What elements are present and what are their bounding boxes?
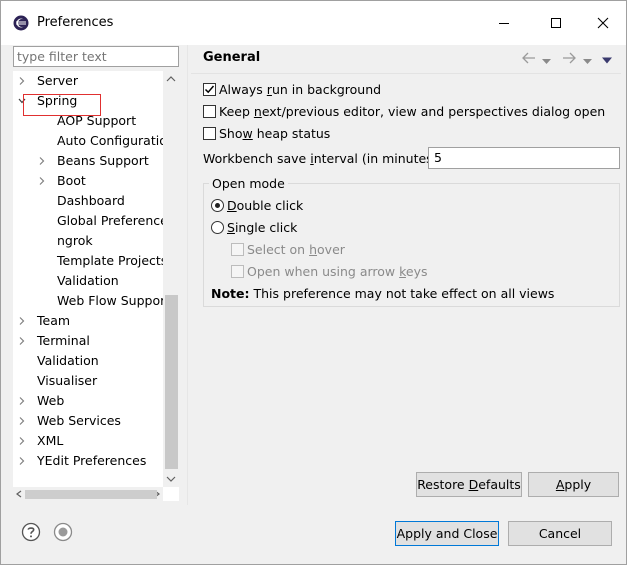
tree-item-label: Visualiser <box>37 373 98 388</box>
single-click-radio[interactable] <box>211 221 224 234</box>
tree-item[interactable]: YEdit Preferences <box>13 451 173 471</box>
tree-item-label: Team <box>37 313 71 328</box>
double-click-label: Double click <box>227 198 304 213</box>
tree-item-label: Validation <box>37 353 99 368</box>
tree-item-label: Web Flow Support <box>57 293 171 308</box>
chevron-right-icon[interactable] <box>17 336 27 346</box>
always-run-label: Always run in background <box>219 82 382 97</box>
window-title: Preferences <box>37 15 114 30</box>
tree-item[interactable]: ngrok <box>13 231 173 251</box>
tree-vertical-scroll-thumb[interactable] <box>165 295 178 469</box>
tree-item-label: Server <box>37 73 78 88</box>
tree-item[interactable]: Validation <box>13 351 173 371</box>
tree-item[interactable]: Server <box>13 71 173 91</box>
import-export-icon[interactable] <box>53 522 73 542</box>
forward-arrow-icon[interactable] <box>561 50 577 66</box>
tree-item-label: Template Projects <box>57 253 168 268</box>
tree-item[interactable]: Auto Configuration <box>13 131 175 151</box>
chevron-right-icon[interactable] <box>37 156 47 166</box>
always-run-checkbox[interactable] <box>203 83 216 96</box>
tree-item-label: Validation <box>57 273 119 288</box>
chevron-right-icon[interactable] <box>17 436 27 446</box>
tree-item-label: Boot <box>57 173 86 188</box>
tree-item-label: XML <box>37 433 64 448</box>
tree-item-label: Auto Configuration <box>57 133 175 148</box>
cancel-button[interactable]: Cancel <box>508 521 612 546</box>
tree-item-label: Terminal <box>37 333 90 348</box>
maximize-icon <box>551 18 561 28</box>
forward-dropdown-icon[interactable] <box>583 54 592 70</box>
tree-item[interactable]: Boot <box>13 171 173 191</box>
tree-item[interactable]: Template Projects <box>13 251 173 271</box>
tree-item-label: ngrok <box>57 233 93 248</box>
tree-item[interactable]: Dashboard <box>13 191 173 211</box>
scroll-up-icon <box>166 76 176 82</box>
back-arrow-icon[interactable] <box>521 50 537 66</box>
tree-item-label: YEdit Preferences <box>37 453 147 468</box>
title-bar: Preferences <box>1 1 626 45</box>
tree-item[interactable]: Validation <box>13 271 173 291</box>
tree-item-label: Web Services <box>37 413 121 428</box>
open-mode-title: Open mode <box>209 176 288 191</box>
chevron-right-icon[interactable] <box>17 396 27 406</box>
close-button[interactable] <box>586 9 620 37</box>
tree-item[interactable]: Beans Support <box>13 151 173 171</box>
tree-item-label: Global Preferences <box>57 213 175 228</box>
select-on-hover-label: Select on hover <box>247 242 345 257</box>
preferences-window: Preferences ServerSpringAOP SupportAuto … <box>0 0 627 565</box>
apply-button[interactable]: Apply <box>528 472 619 497</box>
page-title: General <box>203 50 261 65</box>
tree-item-label: Beans Support <box>57 153 149 168</box>
minimize-button[interactable] <box>487 9 521 37</box>
single-click-label: Single click <box>227 220 298 235</box>
preference-tree: Server Spring AOP Support Auto Configuratio… <box>13 71 179 501</box>
tree-horizontal-scroll-thumb[interactable] <box>25 490 157 499</box>
tree-item[interactable]: Terminal <box>13 331 173 351</box>
filter-input[interactable] <box>13 46 179 67</box>
chevron-right-icon[interactable] <box>17 416 27 426</box>
open-arrow-keys-label: Open when using arrow keys <box>247 264 428 279</box>
show-heap-checkbox[interactable] <box>203 127 216 140</box>
close-icon <box>597 17 609 29</box>
keep-next-checkbox[interactable] <box>203 105 216 118</box>
chevron-right-icon[interactable] <box>17 316 27 326</box>
tree-item[interactable]: AOP Support <box>13 111 173 131</box>
eclipse-icon <box>13 15 29 31</box>
scroll-down-icon <box>166 476 176 482</box>
chevron-right-icon[interactable] <box>37 176 47 186</box>
tree-item-label: Dashboard <box>57 193 125 208</box>
tree-item-label: Web <box>37 393 65 408</box>
note-text: Note: This preference may not take effec… <box>211 286 555 301</box>
restore-defaults-button[interactable]: Restore Defaults <box>416 472 522 497</box>
tree-item[interactable]: XML <box>13 431 173 451</box>
chevron-right-icon[interactable] <box>17 76 27 86</box>
tree-item[interactable]: Global Preferences <box>13 211 175 231</box>
tree-item[interactable]: Web Flow Support <box>13 291 173 311</box>
minimize-icon <box>499 23 509 24</box>
tree-item[interactable]: Team <box>13 311 173 331</box>
back-dropdown-icon[interactable] <box>542 54 551 70</box>
header-divider <box>191 73 621 74</box>
apply-and-close-button[interactable]: Apply and Close <box>395 521 499 546</box>
chevron-right-icon[interactable] <box>17 456 27 466</box>
tree-item-label: AOP Support <box>57 113 137 128</box>
checkmark-icon <box>204 85 215 94</box>
tree-item[interactable]: Visualiser <box>13 371 173 391</box>
view-menu-icon[interactable] <box>602 53 612 69</box>
double-click-radio[interactable] <box>211 199 224 212</box>
tree-item[interactable]: Web <box>13 391 173 411</box>
scroll-left-icon <box>16 490 22 498</box>
panel-sash[interactable] <box>187 45 188 505</box>
select-on-hover-checkbox[interactable] <box>231 243 244 256</box>
save-interval-label: Workbench save interval (in minutes): <box>203 151 442 166</box>
open-arrow-keys-checkbox[interactable] <box>231 265 244 278</box>
help-icon[interactable] <box>21 522 41 542</box>
tree-item[interactable]: Web Services <box>13 411 173 431</box>
show-heap-label: Show heap status <box>219 126 331 141</box>
save-interval-input[interactable]: 5 <box>428 147 620 169</box>
maximize-button[interactable] <box>539 9 573 37</box>
keep-next-label: Keep next/previous editor, view and pers… <box>219 104 606 119</box>
